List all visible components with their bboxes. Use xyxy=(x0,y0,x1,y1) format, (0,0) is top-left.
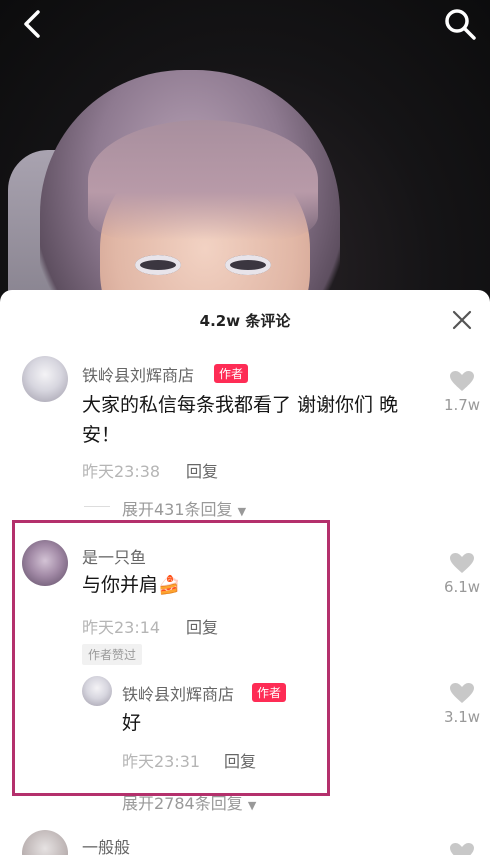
expand-divider xyxy=(84,506,110,507)
search-icon[interactable] xyxy=(442,6,478,42)
comment-text: 安！ xyxy=(82,424,121,446)
comment-author[interactable]: 一般般 xyxy=(82,834,130,855)
like-count: 6.1w xyxy=(443,578,481,596)
comment-time: 昨天23:38 xyxy=(82,462,161,481)
highlight-frame xyxy=(12,520,330,796)
comments-sheet: 4.2w 条评论 铁岭县刘辉商店 作者 大家的私信每条我都看了 谢谢你们 晚 安… xyxy=(0,290,490,855)
comment-text: 大家的私信每条我都看了 谢谢你们 晚 xyxy=(82,394,399,416)
eye xyxy=(225,255,271,275)
heart-icon[interactable] xyxy=(449,682,475,704)
expand-replies-label: 展开431条回复 xyxy=(122,500,233,519)
comments-title: 4.2w 条评论 xyxy=(199,312,291,330)
heart-icon[interactable] xyxy=(449,370,475,392)
author-tag: 作者 xyxy=(214,364,249,383)
comment-author[interactable]: 铁岭县刘辉商店 xyxy=(82,362,194,386)
like-count: 3.1w xyxy=(443,708,481,726)
like-count: 1.7w xyxy=(443,396,481,414)
close-icon[interactable] xyxy=(450,308,474,332)
back-chevron-icon[interactable] xyxy=(16,6,52,42)
expand-replies-button[interactable]: 展开431条回复 ▼ xyxy=(122,496,246,520)
triangle-down-icon: ▼ xyxy=(237,505,247,518)
expand-replies-label: 展开2784条回复 xyxy=(122,794,243,813)
reply-button[interactable]: 回复 xyxy=(186,458,218,482)
avatar[interactable] xyxy=(22,830,68,855)
heart-icon[interactable] xyxy=(449,552,475,574)
heart-icon[interactable] xyxy=(449,842,475,855)
triangle-down-icon: ▼ xyxy=(247,799,257,812)
avatar[interactable] xyxy=(22,356,68,402)
eye xyxy=(135,255,181,275)
bangs xyxy=(88,120,318,240)
video-background xyxy=(0,0,490,300)
